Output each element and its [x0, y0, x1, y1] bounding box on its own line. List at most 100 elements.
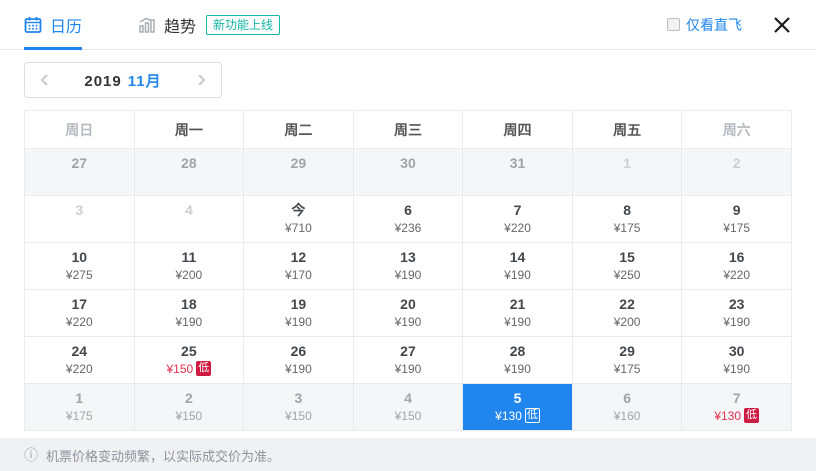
day-cell[interactable]: 15 ¥250	[571, 242, 683, 290]
chevron-right-icon	[198, 74, 206, 86]
weekday-header: 周一	[133, 110, 245, 149]
low-price-badge: 低	[196, 361, 212, 376]
day-cell-selected[interactable]: 5 ¥130 低	[462, 383, 573, 431]
day-cell[interactable]: 20 ¥190	[352, 289, 464, 337]
day-cell[interactable]: 14 ¥190	[462, 242, 573, 290]
day-number: 2	[732, 155, 741, 171]
calendar-row: 24 ¥220 25 ¥150 低 26 ¥190 27 ¥190 28 ¥190 29 ¥175 30 ¥…	[24, 336, 792, 384]
day-number: 24	[71, 343, 88, 359]
day-cell[interactable]: 16 ¥220	[681, 242, 792, 290]
day-cell[interactable]: 22 ¥200	[571, 289, 683, 337]
price-calendar: 周日 周一 周二 周三 周四 周五 周六 27 28 29 30 31 1 2 3 4 今 ¥710 6 ¥236 7…	[24, 110, 792, 431]
close-icon	[774, 16, 790, 33]
direct-flight-checkbox[interactable]	[667, 18, 680, 31]
day-cell: 31	[462, 148, 573, 196]
day-cell[interactable]: 27 ¥190	[352, 336, 464, 384]
day-number: 6	[623, 390, 631, 406]
price-label: ¥190	[285, 315, 312, 329]
low-price-badge: 低	[524, 408, 540, 423]
day-cell[interactable]: 19 ¥190	[243, 289, 354, 337]
day-number: 9	[732, 202, 741, 218]
month-navigator: 2019 11月	[24, 62, 222, 98]
day-number: 8	[623, 202, 631, 218]
day-number: 17	[71, 296, 88, 312]
price-label: ¥236	[394, 221, 422, 235]
day-number: 30	[728, 343, 745, 359]
day-number: 4	[184, 202, 193, 218]
day-cell[interactable]: 9 ¥175	[681, 195, 792, 243]
day-cell[interactable]: 26 ¥190	[243, 336, 354, 384]
prev-month-button[interactable]	[38, 73, 52, 87]
day-cell[interactable]: 8 ¥175	[571, 195, 683, 243]
day-number: 30	[400, 155, 416, 171]
day-cell[interactable]: 3 ¥150	[243, 383, 354, 431]
day-cell[interactable]: 13 ¥190	[352, 242, 464, 290]
day-cell[interactable]: 6 ¥236	[352, 195, 464, 243]
day-cell[interactable]: 29 ¥175	[571, 336, 683, 384]
price-label: ¥160	[613, 409, 641, 423]
day-cell[interactable]: 6 ¥160	[571, 383, 683, 431]
day-cell[interactable]: 21 ¥190	[462, 289, 573, 337]
price-label: ¥220	[65, 362, 93, 376]
price-label: ¥150	[394, 409, 422, 423]
tab-trend[interactable]: 趋势	[138, 0, 196, 50]
info-icon: ⓘ	[24, 447, 38, 463]
tab-calendar[interactable]: 日历	[24, 0, 83, 50]
day-cell[interactable]: 17 ¥220	[24, 289, 135, 337]
year-month-label: 2019 11月	[84, 70, 161, 91]
day-cell[interactable]: 25 ¥150 低	[133, 336, 245, 384]
month-label: 11月	[127, 72, 162, 90]
direct-flight-toggle[interactable]: 仅看直飞	[667, 15, 742, 35]
day-cell[interactable]: 12 ¥170	[243, 242, 354, 290]
day-cell[interactable]: 18 ¥190	[133, 289, 245, 337]
calendar-icon	[24, 16, 42, 34]
close-button[interactable]	[770, 13, 794, 37]
day-cell[interactable]: 4 ¥150	[352, 383, 464, 431]
day-cell[interactable]: 11 ¥200	[133, 242, 245, 290]
price-label: ¥190	[723, 362, 751, 376]
weekday-row: 周日 周一 周二 周三 周四 周五 周六	[24, 110, 792, 149]
calendar-row: 17 ¥220 18 ¥190 19 ¥190 20 ¥190 21 ¥190 22 ¥200 23 ¥1…	[24, 289, 792, 337]
day-cell[interactable]: 7 ¥130 低	[681, 383, 792, 431]
day-cell[interactable]: 23 ¥190	[681, 289, 792, 337]
day-cell[interactable]: 7 ¥220	[462, 195, 573, 243]
day-number: 23	[728, 296, 745, 312]
day-number: 27	[71, 155, 88, 171]
day-number: 5	[513, 390, 522, 406]
day-number: 7	[732, 390, 741, 406]
chevron-left-icon	[40, 74, 48, 86]
calendar-row: 10 ¥275 11 ¥200 12 ¥170 13 ¥190 14 ¥190 15 ¥250 16 ¥2…	[24, 242, 792, 290]
calendar-body: 27 28 29 30 31 1 2 3 4 今 ¥710 6 ¥236 7 ¥220 8 ¥175 9 ¥175 1…	[24, 148, 792, 431]
year-label: 2019	[84, 72, 122, 90]
price-label: ¥170	[285, 268, 312, 282]
price-label: ¥190	[285, 362, 312, 376]
price-label: ¥150	[175, 409, 203, 423]
day-number: 2	[184, 390, 193, 406]
day-number: 21	[509, 296, 526, 312]
price-label: ¥175	[613, 362, 641, 376]
day-number: 13	[400, 249, 416, 265]
new-feature-badge: 新功能上线	[206, 14, 281, 35]
day-number: 7	[513, 202, 522, 218]
day-cell[interactable]: 30 ¥190	[681, 336, 792, 384]
price-label: ¥710	[285, 221, 312, 235]
day-cell[interactable]: 24 ¥220	[24, 336, 135, 384]
day-number: 16	[728, 249, 745, 265]
day-cell[interactable]: 10 ¥275	[24, 242, 135, 290]
price-label: ¥175	[613, 221, 641, 235]
day-cell[interactable]: 1 ¥175	[24, 383, 135, 431]
low-price-badge: 低	[744, 408, 760, 423]
next-month-button[interactable]	[194, 73, 208, 87]
day-cell: 30	[352, 148, 464, 196]
price-label: ¥200	[613, 315, 641, 329]
day-number: 19	[290, 296, 307, 312]
calendar-row: 3 4 今 ¥710 6 ¥236 7 ¥220 8 ¥175 9 ¥175	[24, 195, 792, 243]
day-cell: 28	[133, 148, 245, 196]
day-number: 今	[291, 202, 306, 218]
day-cell[interactable]: 28 ¥190	[462, 336, 573, 384]
price-label: ¥130 低	[714, 408, 760, 423]
day-number: 31	[509, 155, 526, 171]
day-cell[interactable]: 今 ¥710	[243, 195, 354, 243]
day-cell[interactable]: 2 ¥150	[133, 383, 245, 431]
price-label: ¥175	[723, 221, 751, 235]
